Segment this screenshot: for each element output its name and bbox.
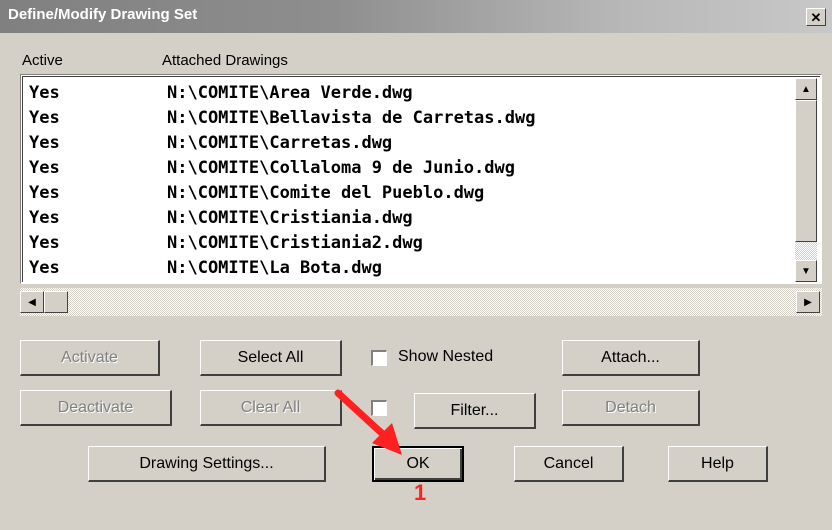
- cancel-label: Cancel: [543, 454, 594, 472]
- filter-label: Filter...: [450, 401, 499, 419]
- active-cell: Yes: [29, 83, 60, 103]
- active-cell: Yes: [29, 233, 60, 253]
- show-nested-checkbox[interactable]: [371, 350, 387, 366]
- annotation-number: 1: [414, 480, 427, 505]
- attach-label: Attach...: [601, 348, 660, 366]
- drawing-cell: N:\COMITE\Collaloma 9 de Junio.dwg: [167, 158, 515, 178]
- dialog-window: Define/Modify Drawing Set ✕ Active Attac…: [0, 0, 832, 530]
- clear-all-button[interactable]: Clear All: [200, 390, 342, 426]
- active-cell: Yes: [29, 133, 60, 153]
- drawing-settings-button[interactable]: Drawing Settings...: [88, 446, 326, 482]
- detach-button[interactable]: Detach: [562, 390, 700, 426]
- active-cell: Yes: [29, 158, 60, 178]
- select-all-label: Select All: [237, 348, 304, 366]
- deactivate-button[interactable]: Deactivate: [20, 390, 172, 426]
- show-nested-label: Show Nested: [398, 348, 494, 365]
- filter-button[interactable]: Filter...: [414, 393, 536, 429]
- active-cell: Yes: [29, 208, 60, 228]
- scroll-left-arrow-icon[interactable]: ◀: [20, 291, 44, 313]
- clear-all-label: Clear All: [240, 398, 301, 416]
- close-button[interactable]: ✕: [806, 8, 826, 26]
- annotation-arrow-icon: [334, 389, 402, 455]
- scroll-up-arrow-icon[interactable]: ▲: [795, 78, 817, 100]
- activate-button[interactable]: Activate: [20, 340, 160, 376]
- drawing-cell: N:\COMITE\Carretas.dwg: [167, 133, 393, 153]
- horizontal-scrollbar[interactable]: ◀ ▶: [20, 288, 822, 316]
- horizontal-scroll-thumb[interactable]: [44, 291, 68, 313]
- drawing-cell: N:\COMITE\Area Verde.dwg: [167, 83, 413, 103]
- window-title: Define/Modify Drawing Set: [8, 6, 198, 23]
- drawing-cell: N:\COMITE\Cristiania2.dwg: [167, 233, 423, 253]
- help-button[interactable]: Help: [668, 446, 768, 482]
- column-header-active[interactable]: Active: [22, 52, 63, 69]
- drawing-cell: N:\COMITE\Cristiania.dwg: [167, 208, 413, 228]
- drawing-cell: N:\COMITE\Bellavista de Carretas.dwg: [167, 108, 536, 128]
- select-all-button[interactable]: Select All: [200, 340, 342, 376]
- vertical-scroll-thumb[interactable]: [795, 100, 817, 242]
- activate-label: Activate: [61, 348, 118, 366]
- detach-label: Detach: [605, 398, 656, 416]
- vertical-scrollbar[interactable]: ▲ ▼: [795, 78, 817, 282]
- drawings-list[interactable]: Yes N:\COMITE\Area Verde.dwg Yes N:\COMITE…: [20, 74, 822, 284]
- title-bar[interactable]: Define/Modify Drawing Set ✕: [0, 0, 832, 33]
- scroll-right-arrow-icon[interactable]: ▶: [796, 291, 820, 313]
- column-header-attached-drawings[interactable]: Attached Drawings: [162, 52, 288, 69]
- active-cell: Yes: [29, 183, 60, 203]
- attach-button[interactable]: Attach...: [562, 340, 700, 376]
- drawing-cell: N:\COMITE\La Bota.dwg: [167, 258, 382, 278]
- active-cell: Yes: [29, 258, 60, 278]
- scroll-down-arrow-icon[interactable]: ▼: [795, 260, 817, 282]
- active-cell: Yes: [29, 108, 60, 128]
- cancel-button[interactable]: Cancel: [514, 446, 624, 482]
- drawing-settings-label: Drawing Settings...: [139, 454, 274, 472]
- help-label: Help: [701, 454, 734, 472]
- deactivate-label: Deactivate: [57, 398, 134, 416]
- drawing-cell: N:\COMITE\Comite del Pueblo.dwg: [167, 183, 485, 203]
